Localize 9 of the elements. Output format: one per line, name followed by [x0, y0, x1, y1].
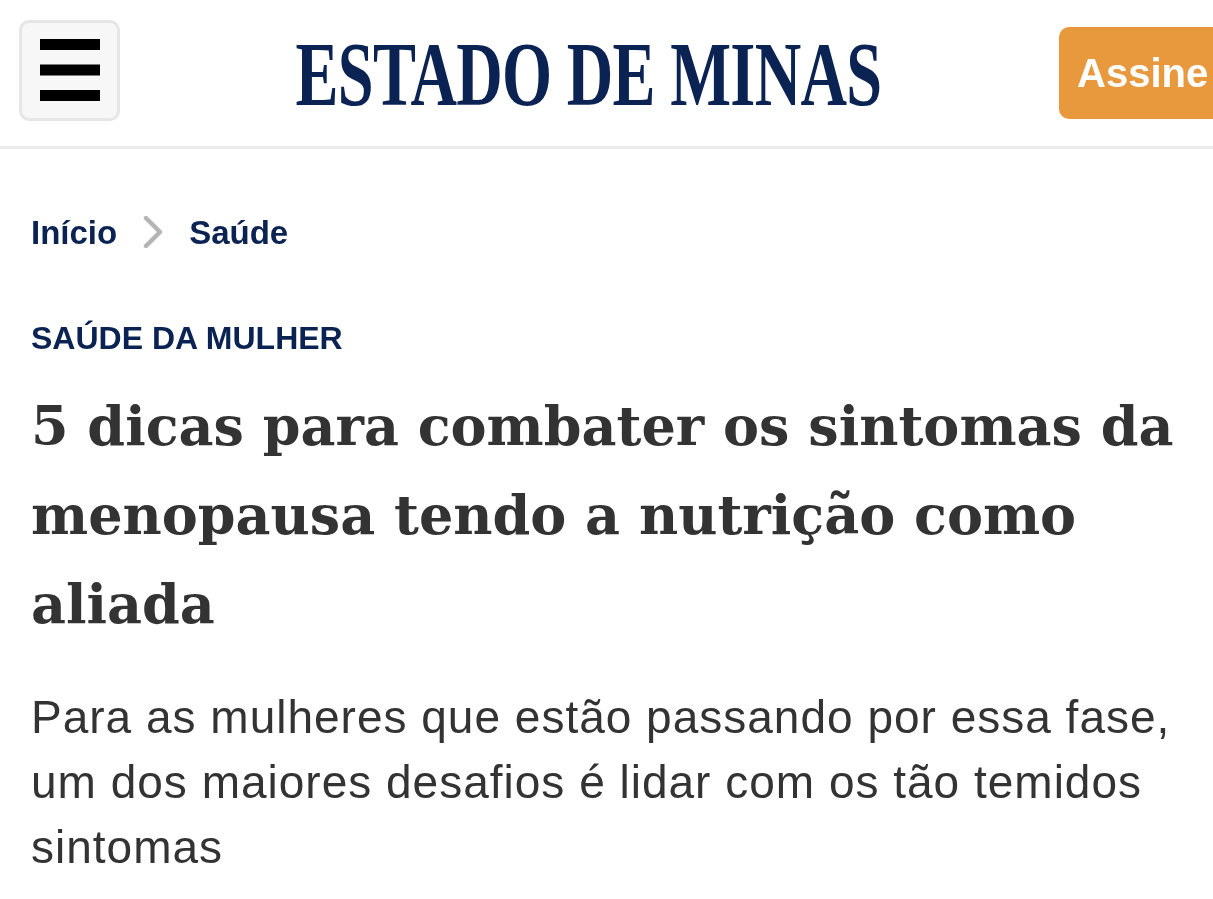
menu-button[interactable]	[19, 19, 120, 121]
article-headline: 5 dicas para combater os sintomas da menopausa tendo a nutrição como aliada	[31, 393, 1175, 638]
chevron-right-icon	[143, 216, 164, 248]
breadcrumb-link[interactable]: Saúde	[189, 215, 289, 249]
section-label: SAÚDE DA MULHER	[31, 322, 344, 354]
site-logo[interactable]: ESTADO DE MINAS	[295, 28, 882, 120]
breadcrumb-link[interactable]: Início	[31, 215, 118, 249]
article-subtitle: Para as mulheres que estão passando por essa fase, um dos maiores desafios é lidar com os tão temidos sintomas	[31, 690, 1172, 875]
menu-icon	[39, 39, 100, 101]
